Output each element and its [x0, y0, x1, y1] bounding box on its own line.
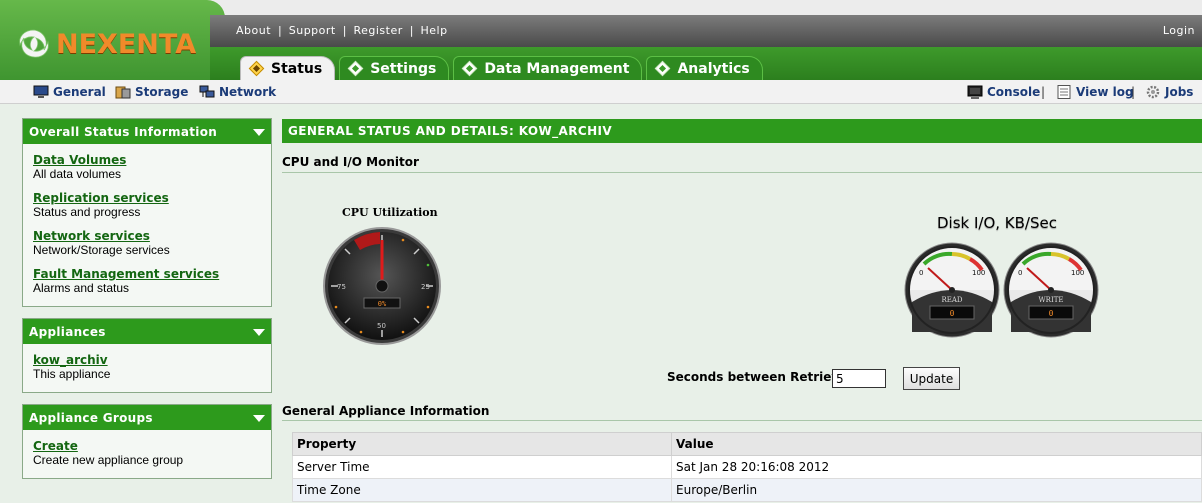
table-cell: Time Zone	[292, 478, 672, 502]
disk-read-gauge: 0 100 READ 0	[904, 242, 1000, 338]
tab-label: Data Management	[484, 60, 630, 77]
gauge-tick-label: 25	[421, 283, 430, 291]
table-header-row: Property Value	[292, 432, 1202, 456]
page-title: GENERAL STATUS AND DETAILS: KOW_ARCHIV	[282, 119, 1202, 143]
info-section-title: General Appliance Information	[282, 404, 490, 418]
about-link[interactable]: About	[236, 24, 271, 37]
network-services-link[interactable]: Network services	[33, 229, 261, 243]
chevron-down-icon[interactable]	[253, 415, 265, 422]
storage-icon	[115, 86, 131, 99]
retrieve-interval-label: Seconds between Retrieves	[667, 370, 855, 384]
write-value: 0	[1049, 309, 1054, 318]
monitor-icon	[33, 85, 49, 98]
tab-analytics[interactable]: Analytics	[646, 56, 763, 80]
fault-management-link[interactable]: Fault Management services	[33, 267, 261, 281]
subnav-storage[interactable]: Storage	[115, 85, 188, 99]
panel-header[interactable]: Appliance Groups	[23, 405, 271, 430]
network-icon	[199, 85, 215, 98]
tab-label: Status	[271, 60, 323, 77]
subnav-view-log[interactable]: View log	[1056, 85, 1134, 99]
gauge-tick-label: 50	[377, 322, 386, 330]
cpu-gauge-title: CPU Utilization	[342, 206, 438, 219]
write-label: WRITE	[1038, 296, 1063, 304]
table-row: Time Zone Europe/Berlin	[292, 478, 1202, 502]
sub-navigation: General Storage Network Console | View l…	[0, 80, 1202, 104]
diamond-icon	[462, 60, 478, 77]
gauge-max-label: 100	[972, 269, 985, 277]
appliances-panel: Appliances kow_archiv This appliance	[22, 318, 272, 393]
retrieve-interval-input[interactable]	[832, 369, 886, 388]
subnav-console[interactable]: Console	[967, 85, 1040, 99]
disk-io-title: Disk I/O, KB/Sec	[937, 214, 1057, 232]
panel-header[interactable]: Appliances	[23, 319, 271, 344]
appliance-info-table: Property Value Server Time Sat Jan 28 20…	[292, 432, 1202, 502]
gauge-max-label: 100	[1071, 269, 1084, 277]
cpu-gauge: 25 50 75 0%	[323, 227, 441, 345]
logo-swirl-icon	[19, 29, 49, 58]
appliance-link[interactable]: kow_archiv	[33, 353, 261, 367]
help-link[interactable]: Help	[420, 24, 447, 37]
column-header[interactable]: Value	[671, 432, 1202, 456]
log-icon	[1057, 85, 1071, 99]
panel-header[interactable]: Overall Status Information	[23, 119, 271, 144]
diamond-icon	[347, 60, 364, 77]
diamond-icon	[248, 60, 265, 77]
overall-status-panel: Overall Status Information Data Volumes …	[22, 118, 272, 307]
diamond-icon	[655, 60, 671, 77]
logo-area: NEXENTA	[0, 0, 225, 80]
subnav-jobs[interactable]: Jobs	[1145, 85, 1193, 99]
list-item: Network services Network/Storage service…	[33, 229, 261, 257]
tab-strip: Status Settings Data Management Analytic…	[210, 47, 1202, 80]
tab-status[interactable]: Status	[240, 56, 336, 80]
disk-write-gauge: 0 100 WRITE 0	[1003, 242, 1099, 338]
subnav-network[interactable]: Network	[199, 85, 276, 99]
list-item: Data Volumes All data volumes	[33, 153, 261, 181]
divider	[282, 172, 1202, 173]
column-header[interactable]: Property	[292, 432, 672, 456]
chevron-down-icon[interactable]	[253, 129, 265, 136]
main-tabs: Status Settings Data Management Analytic…	[240, 56, 767, 80]
divider	[282, 420, 1202, 421]
top-bar: About | Support | Register | Help Login	[210, 15, 1202, 47]
gauge-min-label: 0	[1018, 269, 1022, 277]
update-button[interactable]: Update	[903, 367, 960, 390]
create-group-link[interactable]: Create	[33, 439, 261, 453]
read-value: 0	[950, 309, 955, 318]
cpu-value: 0%	[378, 300, 387, 308]
panel-body: kow_archiv This appliance	[23, 344, 271, 392]
login-link[interactable]: Login	[1163, 24, 1195, 37]
table-row: Server Time Sat Jan 28 20:16:08 2012	[292, 455, 1202, 479]
list-item: Create Create new appliance group	[33, 439, 261, 467]
subnav-general[interactable]: General	[33, 85, 106, 99]
read-label: READ	[941, 296, 962, 304]
tab-settings[interactable]: Settings	[339, 56, 450, 80]
logo-text: NEXENTA	[56, 28, 197, 60]
chevron-down-icon[interactable]	[253, 329, 265, 336]
table-cell: Server Time	[292, 455, 672, 479]
tab-data-management[interactable]: Data Management	[453, 56, 643, 80]
register-link[interactable]: Register	[353, 24, 402, 37]
table-cell: Sat Jan 28 20:16:08 2012	[671, 455, 1202, 479]
gauge-tick-label: 75	[337, 283, 346, 291]
list-item: Fault Management services Alarms and sta…	[33, 267, 261, 295]
nexenta-logo[interactable]: NEXENTA	[14, 26, 196, 62]
data-volumes-link[interactable]: Data Volumes	[33, 153, 261, 167]
app-header: NEXENTA About | Support | Register | Help Logi…	[0, 0, 1202, 80]
monitor-section-title: CPU and I/O Monitor	[282, 155, 419, 169]
tab-label: Analytics	[677, 60, 750, 77]
top-links: About | Support | Register | Help	[236, 24, 448, 37]
panel-body: Data Volumes All data volumes Replicatio…	[23, 144, 271, 306]
list-item: Replication services Status and progress	[33, 191, 261, 219]
panel-body: Create Create new appliance group	[23, 430, 271, 478]
list-item: kow_archiv This appliance	[33, 353, 261, 381]
tab-label: Settings	[370, 60, 437, 77]
gear-icon	[1146, 85, 1160, 99]
table-cell: Europe/Berlin	[671, 478, 1202, 502]
console-icon	[967, 85, 983, 99]
support-link[interactable]: Support	[289, 24, 336, 37]
appliance-groups-panel: Appliance Groups Create Create new appli…	[22, 404, 272, 479]
gauge-min-label: 0	[919, 269, 923, 277]
replication-services-link[interactable]: Replication services	[33, 191, 261, 205]
